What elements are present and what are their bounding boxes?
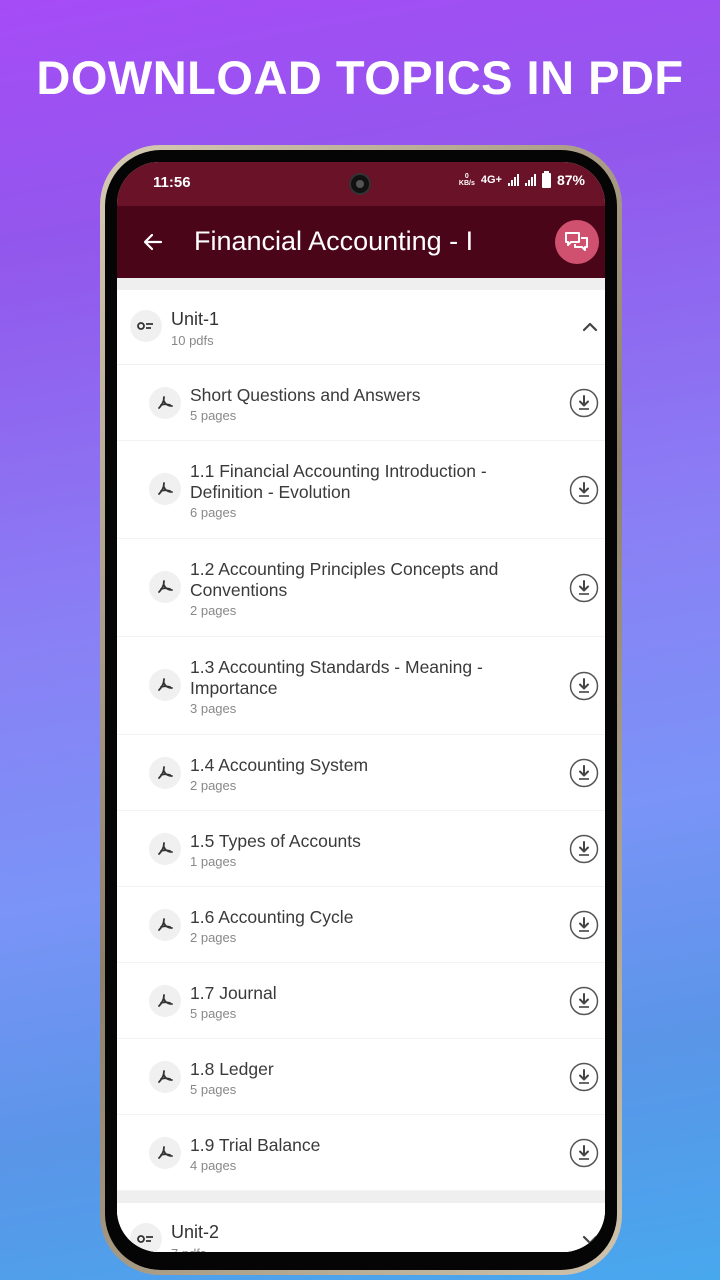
download-icon[interactable] [569,671,599,701]
signal-icon [507,174,519,186]
pdf-icon [149,985,181,1017]
unit-header-unit-1[interactable]: Unit-1 10 pdfs [117,290,605,365]
pdf-list: Short Questions and Answers 5 pages 1.1 … [117,365,605,1191]
download-icon[interactable] [569,910,599,940]
unit-list: Unit-1 10 pdfs Short Questions and Answe… [117,278,605,1252]
pdf-icon [149,571,181,603]
pdf-list-item[interactable]: 1.2 Accounting Principles Concepts and C… [117,539,605,637]
promo-title: DOWNLOAD TOPICS IN PDF [36,51,684,104]
download-icon[interactable] [569,475,599,505]
chevron-up-icon[interactable] [581,318,599,336]
pdf-title: 1.7 Journal [190,983,277,1003]
pdf-list-item[interactable]: 1.5 Types of Accounts 1 pages [117,811,605,887]
pdf-title: 1.3 Accounting Standards - Meaning - Imp… [190,657,483,698]
pdf-list-item[interactable]: 1.3 Accounting Standards - Meaning - Imp… [117,637,605,735]
pdf-page-count: 6 pages [190,505,237,520]
download-icon[interactable] [569,1138,599,1168]
pdf-page-count: 2 pages [190,930,237,945]
pdf-list-item[interactable]: 1.9 Trial Balance 4 pages [117,1115,605,1191]
status-bar: 11:56 0 KB/s 4G+ 87% [117,162,605,206]
chat-button[interactable] [555,220,599,264]
pdf-page-count: 5 pages [190,408,237,423]
chevron-down-icon[interactable] [581,1231,599,1249]
phone-screen: 11:56 0 KB/s 4G+ 87% Financial Accountin… [117,162,605,1252]
download-icon[interactable] [569,834,599,864]
pdf-icon [149,1061,181,1093]
pdf-page-count: 2 pages [190,778,237,793]
pdf-page-count: 2 pages [190,603,237,618]
page-title: Financial Accounting - I [194,226,474,256]
pdf-list-item[interactable]: 1.4 Accounting System 2 pages [117,735,605,811]
battery-icon [541,170,551,188]
pdf-title: 1.8 Ledger [190,1059,274,1079]
pdf-list-item[interactable]: 1.7 Journal 5 pages [117,963,605,1039]
unit-card: Unit-1 10 pdfs Short Questions and Answe… [117,290,605,1191]
pdf-icon [149,669,181,701]
key-icon [130,1223,162,1252]
pdf-icon [149,473,181,505]
download-icon[interactable] [569,758,599,788]
pdf-icon [149,757,181,789]
download-icon[interactable] [569,573,599,603]
download-icon[interactable] [569,388,599,418]
unit-title: Unit-2 [171,1222,220,1242]
pdf-icon [149,909,181,941]
pdf-list-item[interactable]: 1.1 Financial Accounting Introduction - … [117,441,605,539]
pdf-page-count: 4 pages [190,1158,237,1173]
signal-icon [524,174,536,186]
unit-pdf-count: 7 pdfs [171,1246,206,1252]
app-bar: Financial Accounting - I [117,206,605,278]
pdf-title: 1.5 Types of Accounts [190,831,361,851]
unit-header-unit-2[interactable]: Unit-2 7 pdfs [117,1203,605,1252]
download-icon[interactable] [569,1062,599,1092]
pdf-list-item[interactable]: Short Questions and Answers 5 pages [117,365,605,441]
pdf-icon [149,1137,181,1169]
pdf-page-count: 5 pages [190,1006,237,1021]
arrow-left-icon [143,233,163,251]
pdf-list-item[interactable]: 1.6 Accounting Cycle 2 pages [117,887,605,963]
back-button[interactable] [137,226,169,258]
pdf-icon [149,387,181,419]
status-time: 11:56 [153,174,191,191]
pdf-page-count: 5 pages [190,1082,237,1097]
pdf-title: 1.4 Accounting System [190,755,369,775]
pdf-page-count: 3 pages [190,701,237,716]
download-icon[interactable] [569,986,599,1016]
unit-card: Unit-2 7 pdfs [117,1203,605,1252]
unit-title: Unit-1 [171,309,220,329]
pdf-page-count: 1 pages [190,854,237,869]
pdf-title: Short Questions and Answers [190,385,421,405]
unit-pdf-count: 10 pdfs [171,333,214,348]
key-icon [130,310,162,342]
pdf-icon [149,833,181,865]
net-speed: 0 KB/s [458,173,475,187]
pdf-title: 1.1 Financial Accounting Introduction - … [190,461,487,502]
phone-frame: 11:56 0 KB/s 4G+ 87% Financial Accountin… [100,145,622,1275]
network-type: 4G+ [480,174,502,186]
battery-percent: 87% [556,172,585,188]
pdf-title: 1.9 Trial Balance [190,1135,321,1155]
pdf-list-item[interactable]: 1.8 Ledger 5 pages [117,1039,605,1115]
pdf-title: 1.2 Accounting Principles Concepts and C… [190,559,499,600]
chat-bubbles-icon [565,232,588,251]
front-camera [349,173,371,195]
divider [117,1191,605,1203]
pdf-title: 1.6 Accounting Cycle [190,907,354,927]
